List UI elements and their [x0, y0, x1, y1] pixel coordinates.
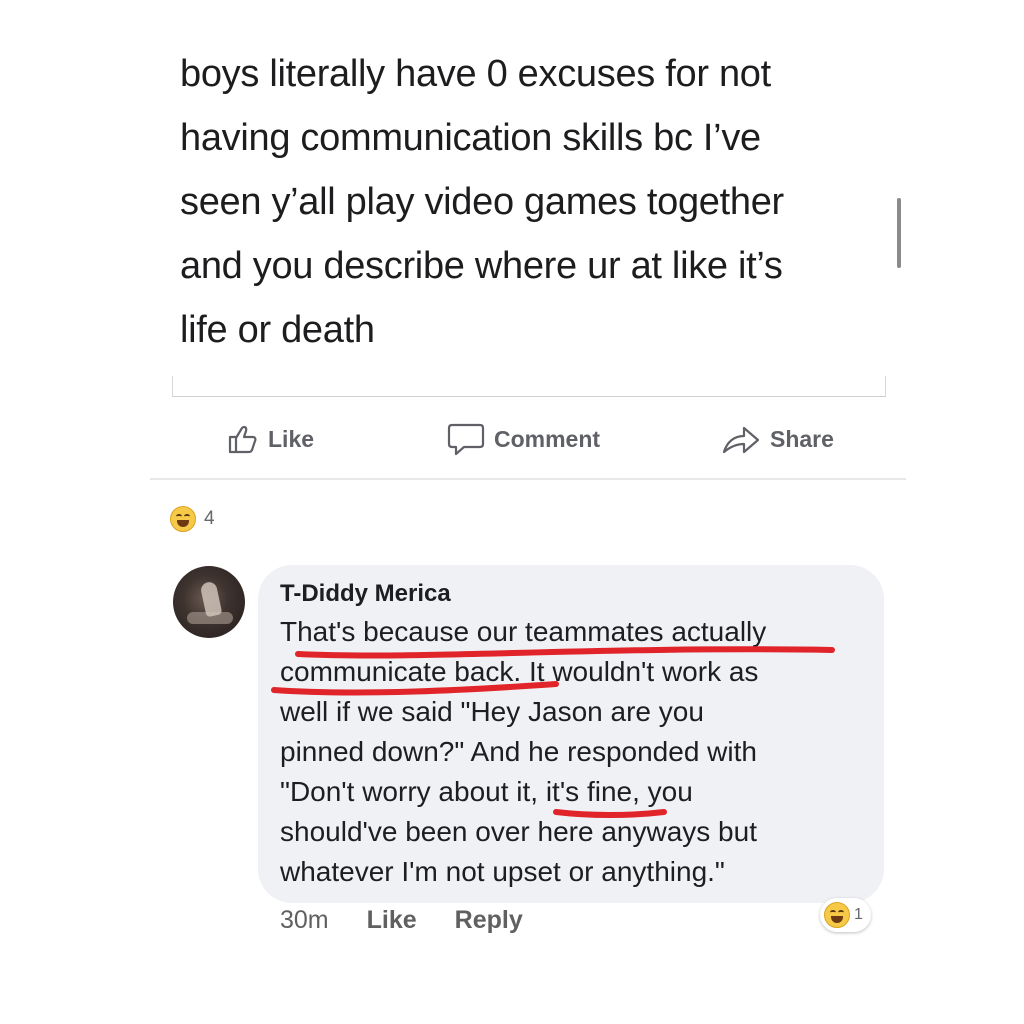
comment-line: pinned down?" And he responded with [280, 736, 757, 767]
haha-emoji-icon [170, 506, 196, 532]
avatar[interactable] [173, 566, 245, 638]
comment-line: communicate back. It wouldn't work as [280, 656, 759, 687]
comment-line: well if we said "Hey Jason are you [280, 696, 704, 727]
comment-meta: 30m Like Reply [280, 906, 523, 935]
post-text: boys literally have 0 excuses for not ha… [180, 42, 870, 362]
post-line: life or death [180, 309, 375, 351]
post-line: having communication skills bc I’ve [180, 117, 761, 159]
post-card-bottom [172, 376, 886, 397]
share-label: Share [770, 425, 834, 452]
comment-reaction-badge[interactable]: 1 [820, 898, 871, 932]
comment-label: Comment [494, 425, 601, 452]
share-button[interactable]: Share [720, 416, 834, 462]
comment-reply-link[interactable]: Reply [455, 906, 523, 935]
comment-button[interactable]: Comment [446, 416, 600, 462]
speech-bubble-icon [447, 423, 485, 456]
like-label: Like [268, 425, 315, 452]
like-button[interactable]: Like [226, 416, 314, 462]
divider [150, 478, 906, 480]
comment-line: should've been over here anyways but [280, 816, 757, 847]
post-action-bar: Like Comment Share [0, 416, 1024, 462]
post-line: and you describe where ur at like it’s [180, 245, 783, 287]
haha-emoji-icon [824, 902, 850, 928]
comment-reaction-count: 1 [854, 906, 863, 923]
comment-time: 30m [280, 906, 329, 934]
share-arrow-icon [722, 426, 760, 454]
post-line: seen y’all play video games together [180, 181, 784, 223]
reaction-summary[interactable]: 4 [170, 506, 215, 532]
comment-line: "Don't worry about it, it's fine, you [280, 776, 693, 807]
scrollbar[interactable] [897, 198, 901, 268]
reaction-count: 4 [204, 508, 215, 529]
post-line: boys literally have 0 excuses for not [180, 53, 771, 95]
comment-line: That's because our teammates actually [280, 616, 767, 647]
comment-line: whatever I'm not upset or anything." [280, 856, 725, 887]
comment-like-link[interactable]: Like [367, 906, 417, 935]
comment-author[interactable]: T-Diddy Merica [280, 580, 451, 608]
thumbs-up-icon [228, 425, 257, 454]
comment-text: That's because our teammates actually co… [280, 612, 870, 892]
